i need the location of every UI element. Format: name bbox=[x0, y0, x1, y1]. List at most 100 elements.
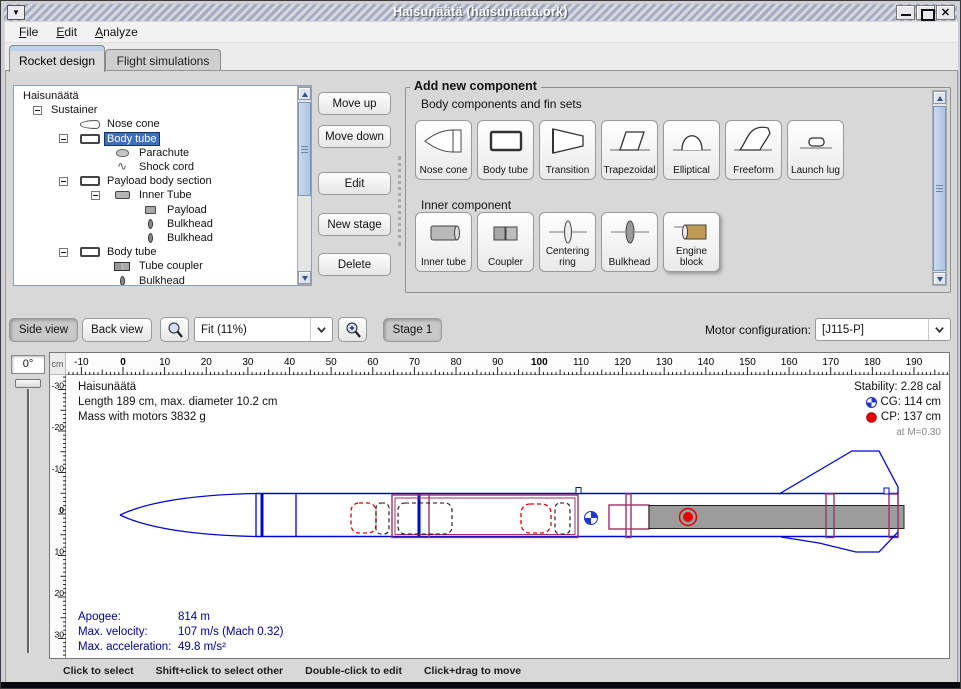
add-component-title: Add new component bbox=[410, 79, 541, 93]
svg-text:80: 80 bbox=[450, 357, 462, 368]
cp-icon bbox=[866, 412, 877, 423]
bodytube-icon bbox=[80, 134, 100, 144]
scroll-up-icon[interactable] bbox=[933, 91, 946, 104]
velocity-label: Max. velocity: bbox=[78, 625, 178, 640]
tree-item-bulkhead-aft[interactable]: Bulkhead bbox=[15, 273, 295, 286]
rotation-slider-track[interactable] bbox=[27, 389, 29, 653]
hint-shift-click: Shift+click to select other bbox=[156, 665, 284, 681]
move-up-button[interactable]: Move up bbox=[318, 92, 391, 115]
menu-analyze[interactable]: Analyze bbox=[95, 25, 138, 39]
svg-text:30: 30 bbox=[54, 630, 64, 640]
svg-text:140: 140 bbox=[697, 357, 714, 368]
rocket-canvas[interactable]: Haisunäätä Length 189 cm, max. diameter … bbox=[66, 375, 949, 658]
tree-item-nose-cone[interactable]: Nose cone bbox=[15, 117, 295, 131]
add-freeform-fin-button[interactable]: Freeform bbox=[725, 120, 782, 180]
scrollbar-thumb[interactable] bbox=[298, 102, 311, 196]
statusbar: Click to select Shift+click to select ot… bbox=[11, 665, 951, 681]
tree-item-shock-cord[interactable]: Shock cord bbox=[15, 160, 295, 174]
hint-click: Click to select bbox=[63, 665, 134, 681]
svg-text:100: 100 bbox=[531, 357, 548, 368]
vertical-ruler: -30-20-100102030 bbox=[50, 375, 66, 658]
svg-text:0: 0 bbox=[120, 357, 126, 368]
svg-text:20: 20 bbox=[54, 588, 64, 598]
menu-edit[interactable]: Edit bbox=[56, 25, 77, 39]
tree-item-tube-coupler[interactable]: Tube coupler bbox=[15, 259, 295, 273]
scroll-up-icon[interactable] bbox=[298, 87, 311, 100]
tree-item-inner-tube[interactable]: Inner Tube bbox=[15, 188, 295, 202]
menubar: File Edit Analyze bbox=[5, 22, 958, 43]
close-button[interactable] bbox=[936, 5, 955, 20]
titlebar[interactable]: ▼ Haisunäätä (haisunaata.ork) bbox=[4, 4, 957, 21]
svg-text:-10: -10 bbox=[74, 357, 89, 368]
menu-file[interactable]: File bbox=[19, 25, 38, 39]
tree-item-payload[interactable]: Payload bbox=[15, 203, 295, 217]
rotation-slider-handle[interactable] bbox=[15, 379, 41, 388]
magnifier-icon bbox=[166, 321, 184, 339]
tree-item-bulkhead[interactable]: Bulkhead bbox=[15, 231, 295, 245]
svg-text:170: 170 bbox=[822, 357, 839, 368]
zoom-out-button[interactable] bbox=[160, 317, 189, 342]
motor-configuration-label: Motor configuration: bbox=[681, 323, 811, 337]
scroll-down-icon[interactable] bbox=[298, 271, 311, 284]
motor-configuration-combobox[interactable]: [J115-P] bbox=[815, 318, 951, 341]
coupler-icon bbox=[114, 262, 130, 271]
maximize-button[interactable] bbox=[916, 5, 935, 20]
component-tree[interactable]: Haisunäätä Sustainer Nose cone Body tube… bbox=[13, 85, 312, 286]
delete-button[interactable]: Delete bbox=[318, 253, 391, 276]
add-trapezoidal-fin-button[interactable]: Trapezoidal bbox=[601, 120, 658, 180]
edit-button[interactable]: Edit bbox=[318, 172, 391, 195]
apogee-value: 814 m bbox=[178, 610, 210, 625]
tree-expander-icon[interactable] bbox=[91, 191, 100, 200]
tree-item-body-tube-aft[interactable]: Body tube bbox=[15, 245, 295, 259]
tree-scrollbar[interactable] bbox=[297, 86, 312, 285]
stage-1-toggle[interactable]: Stage 1 bbox=[383, 318, 442, 342]
svg-text:60: 60 bbox=[367, 357, 379, 368]
side-view-button[interactable]: Side view bbox=[9, 318, 78, 342]
add-centering-ring-button[interactable]: Centering ring bbox=[539, 212, 596, 272]
svg-text:160: 160 bbox=[781, 357, 798, 368]
add-inner-tube-button[interactable]: Inner tube bbox=[415, 212, 472, 272]
add-nose-cone-button[interactable]: Nose cone bbox=[415, 120, 472, 180]
nosecone-icon bbox=[422, 125, 466, 157]
elliptical-fin-icon bbox=[670, 125, 714, 157]
minimize-button[interactable] bbox=[896, 5, 915, 20]
tree-item-payload-body-section[interactable]: Payload body section bbox=[15, 174, 295, 188]
horizontal-ruler: -100102030405060708090100110120130140150… bbox=[66, 353, 949, 375]
scrollbar-thumb[interactable] bbox=[933, 106, 946, 271]
new-stage-button[interactable]: New stage bbox=[318, 213, 391, 236]
tree-item-parachute[interactable]: Parachute bbox=[15, 146, 295, 160]
freeform-fin-icon bbox=[732, 125, 776, 157]
tree-expander-icon[interactable] bbox=[59, 177, 68, 186]
add-coupler-button[interactable]: Coupler bbox=[477, 212, 534, 272]
move-down-button[interactable]: Move down bbox=[318, 125, 391, 148]
svg-text:30: 30 bbox=[242, 357, 254, 368]
acceleration-value: 49.8 m/s² bbox=[178, 640, 226, 655]
back-view-button[interactable]: Back view bbox=[82, 318, 152, 342]
bulkhead-icon bbox=[120, 276, 125, 286]
add-bulkhead-button[interactable]: Bulkhead bbox=[601, 212, 658, 272]
tree-item-bulkhead[interactable]: Bulkhead bbox=[15, 217, 295, 231]
tree-item-body-tube[interactable]: Body tube bbox=[15, 132, 295, 146]
tree-item-rocket-root[interactable]: Haisunäätä bbox=[15, 89, 295, 103]
tree-expander-icon[interactable] bbox=[59, 134, 68, 143]
tab-rocket-design[interactable]: Rocket design bbox=[9, 45, 105, 72]
add-launch-lug-button[interactable]: Launch lug bbox=[787, 120, 844, 180]
tree-expander-icon[interactable] bbox=[59, 248, 68, 257]
velocity-value: 107 m/s (Mach 0.32) bbox=[178, 625, 283, 640]
panel-divider[interactable] bbox=[398, 156, 401, 246]
tree-item-sustainer[interactable]: Sustainer bbox=[15, 103, 295, 117]
tree-expander-icon[interactable] bbox=[33, 106, 42, 115]
rocket-view: cm -100102030405060708090100110120130140… bbox=[49, 352, 950, 659]
zoom-in-button[interactable] bbox=[338, 317, 367, 342]
tab-flight-simulations[interactable]: Flight simulations bbox=[105, 49, 221, 71]
add-engine-block-button[interactable]: Engine block bbox=[663, 212, 720, 272]
zoom-level-combobox[interactable]: Fit (11%) bbox=[194, 317, 333, 342]
svg-text:130: 130 bbox=[656, 357, 673, 368]
component-panel-scrollbar[interactable] bbox=[932, 90, 947, 286]
scroll-down-icon[interactable] bbox=[933, 272, 946, 285]
add-elliptical-fin-button[interactable]: Elliptical bbox=[663, 120, 720, 180]
add-body-tube-button[interactable]: Body tube bbox=[477, 120, 534, 180]
add-transition-button[interactable]: Transition bbox=[539, 120, 596, 180]
ruler-unit-label[interactable]: cm bbox=[50, 353, 66, 375]
bodytube-icon bbox=[484, 125, 528, 157]
